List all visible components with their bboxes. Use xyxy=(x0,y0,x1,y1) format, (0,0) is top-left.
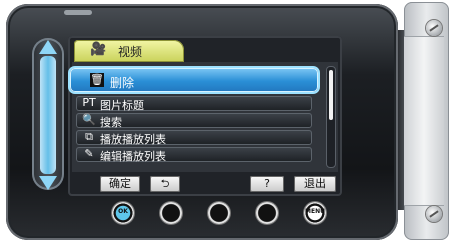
arrow-down-icon[interactable] xyxy=(39,176,57,190)
menu-item-delete[interactable]: 🗑 删除 xyxy=(70,68,318,92)
scrollbar-thumb[interactable] xyxy=(329,70,333,120)
search-icon: 🔍 xyxy=(82,113,96,126)
hardware-button[interactable] xyxy=(256,202,278,224)
hardware-button[interactable] xyxy=(160,202,182,224)
exit-button[interactable]: 退出 xyxy=(294,176,336,192)
picture-title-icon: PT xyxy=(82,96,96,109)
slider-track[interactable] xyxy=(40,56,56,174)
hardware-button[interactable] xyxy=(208,202,230,224)
screw-icon xyxy=(426,206,442,222)
menu-item-label: 搜索 xyxy=(100,116,122,129)
menu-item-search[interactable]: 🔍 搜索 xyxy=(76,113,312,129)
back-button[interactable]: ⮌ xyxy=(150,176,180,192)
menu-item-play-playlist[interactable]: ⧉ 播放播放列表 xyxy=(76,130,312,146)
video-camera-icon: 🎥 xyxy=(90,42,107,57)
confirm-button[interactable]: 确定 xyxy=(100,176,140,192)
menu-button[interactable]: MENU xyxy=(304,202,326,224)
menu-item-label: 播放播放列表 xyxy=(100,133,166,146)
side-panel-inner xyxy=(404,36,444,206)
menu-item-label: 编辑播放列表 xyxy=(100,150,166,163)
tab-video[interactable]: 🎥 视频 xyxy=(74,40,184,62)
ok-button-label: OK xyxy=(118,208,128,215)
menu-item-edit-playlist[interactable]: ✎ 编辑播放列表 xyxy=(76,147,312,163)
trash-icon: 🗑 xyxy=(90,73,104,87)
menu-item-picture-title[interactable]: PT 图片标题 xyxy=(76,96,312,112)
arrow-up-icon[interactable] xyxy=(39,40,57,54)
screw-icon xyxy=(426,20,442,36)
help-button[interactable]: ? xyxy=(250,176,284,192)
playlist-play-icon: ⧉ xyxy=(85,130,93,143)
device-slot xyxy=(64,10,92,15)
playlist-edit-icon: ✎ xyxy=(84,147,94,160)
menu-item-label: 图片标题 xyxy=(100,99,144,112)
menu-item-label: 删除 xyxy=(110,76,135,90)
ok-button[interactable]: OK xyxy=(112,202,134,224)
menu-button-label: MENU xyxy=(305,208,325,215)
back-icon: ⮌ xyxy=(160,177,170,190)
tab-label: 视频 xyxy=(118,45,143,59)
